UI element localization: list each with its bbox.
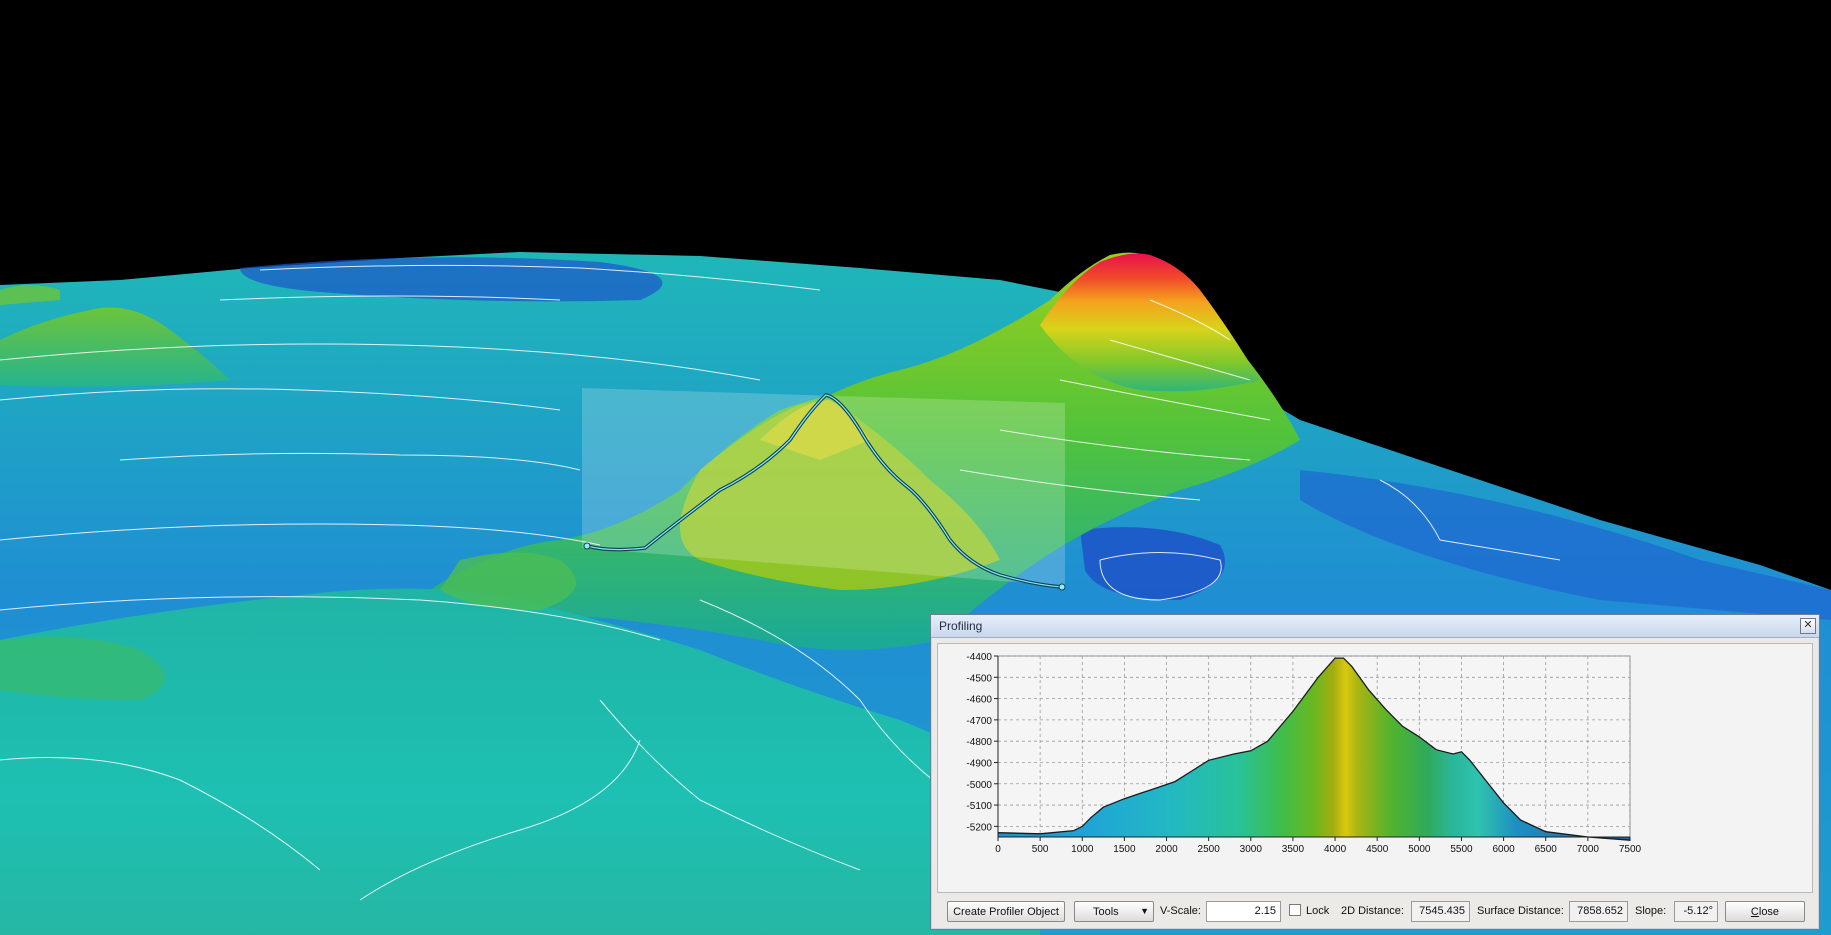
- surface-distance-label: Surface Distance:: [1477, 905, 1564, 917]
- y-tick-label: -5100: [966, 801, 992, 812]
- close-icon[interactable]: ✕: [1800, 618, 1816, 634]
- y-tick-label: -4400: [966, 652, 992, 663]
- slope-value: -5.12°: [1674, 901, 1718, 922]
- lock-label: Lock: [1306, 905, 1330, 917]
- dialog-titlebar[interactable]: Profiling ✕: [931, 615, 1819, 638]
- create-profiler-object-button[interactable]: Create Profiler Object: [947, 901, 1065, 922]
- x-tick-label: 1000: [1071, 844, 1094, 855]
- profile-chart: 0 500 1000 1500 2000 2500 3000 3500 4000 4500 5000…: [937, 643, 1813, 893]
- profiling-toolbar: Create Profiler Object Tools ▼ V-Scale: …: [931, 897, 1819, 927]
- profile-chart-svg: 0 500 1000 1500 2000 2500 3000 3500 4000 4500 5000…: [966, 652, 1642, 855]
- y-tick-label: -4800: [966, 737, 992, 748]
- tools-dropdown[interactable]: Tools ▼: [1074, 901, 1154, 922]
- lock-checkbox[interactable]: [1289, 904, 1301, 916]
- x-tick-label: 2000: [1155, 844, 1178, 855]
- x-tick-label: 7500: [1619, 844, 1642, 855]
- vscale-input[interactable]: 2.15: [1206, 901, 1281, 922]
- x-tick-label: 7000: [1577, 844, 1600, 855]
- x-tick-label: 5500: [1450, 844, 1473, 855]
- y-tick-label: -5000: [966, 780, 992, 791]
- x-tick-label: 1500: [1113, 844, 1136, 855]
- x-tick-label: 4000: [1324, 844, 1347, 855]
- tools-dropdown-label: Tools: [1093, 906, 1119, 918]
- vscale-label: V-Scale:: [1160, 905, 1201, 917]
- y-tick-label: -4600: [966, 695, 992, 706]
- chevron-down-icon: ▼: [1140, 906, 1149, 916]
- close-button-label: lose: [1758, 906, 1780, 918]
- x-tick-label: 6500: [1535, 844, 1558, 855]
- close-button-mnemonic: C: [1750, 906, 1759, 918]
- x-tick-label: 2500: [1198, 844, 1221, 855]
- y-tick-label: -4900: [966, 758, 992, 769]
- y-tick-label: -4500: [966, 673, 992, 684]
- x-tick-label: 5000: [1408, 844, 1431, 855]
- close-button[interactable]: Close: [1725, 901, 1805, 922]
- profiling-dialog[interactable]: Profiling ✕ 0 500 1000 1500 2000 2500 3000 3500…: [930, 614, 1820, 930]
- x-tick-label: 4500: [1366, 844, 1389, 855]
- slope-label: Slope:: [1635, 905, 1667, 917]
- y-tick-label: -5200: [966, 822, 992, 833]
- distance-2d-label: 2D Distance:: [1341, 905, 1404, 917]
- distance-2d-value: 7545.435: [1411, 901, 1470, 922]
- x-tick-label: 3000: [1240, 844, 1263, 855]
- surface-distance-value: 7858.652: [1569, 901, 1628, 922]
- x-tick-label: 6000: [1492, 844, 1515, 855]
- y-tick-label: -4700: [966, 716, 992, 727]
- dialog-title: Profiling: [939, 619, 983, 633]
- x-tick-label: 3500: [1282, 844, 1305, 855]
- x-tick-label: 500: [1032, 844, 1049, 855]
- x-tick-label: 0: [995, 844, 1001, 855]
